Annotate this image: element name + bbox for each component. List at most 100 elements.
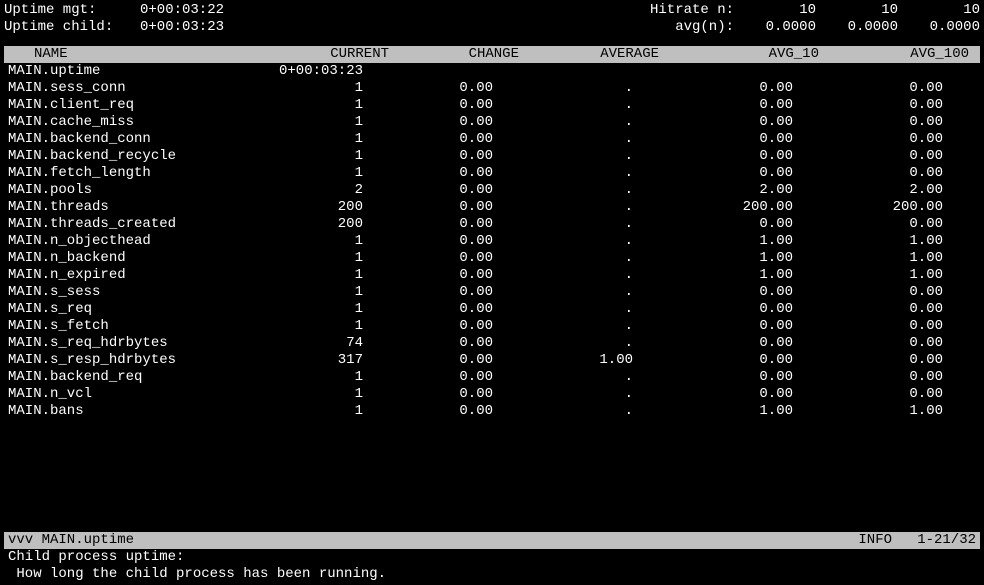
row-current: 1 xyxy=(248,267,363,284)
row-current: 1 xyxy=(248,165,363,182)
row-name: MAIN.pools xyxy=(4,182,248,199)
hitrate-label: Hitrate n: xyxy=(629,2,734,19)
row-current: 1 xyxy=(248,369,363,386)
row-current: 0+00:03:23 xyxy=(248,63,363,80)
row-current: 2 xyxy=(248,182,363,199)
table-row[interactable]: MAIN.fetch_length10.00.0.000.00 xyxy=(4,165,980,182)
row-current: 1 xyxy=(248,318,363,335)
row-avg100 xyxy=(793,63,943,80)
table-row[interactable]: MAIN.backend_conn10.00.0.000.00 xyxy=(4,131,980,148)
row-average: . xyxy=(493,216,633,233)
table-row[interactable]: MAIN.n_expired10.00.1.001.00 xyxy=(4,267,980,284)
table-row[interactable]: MAIN.backend_recycle10.00.0.000.00 xyxy=(4,148,980,165)
table-row[interactable]: MAIN.pools20.00.2.002.00 xyxy=(4,182,980,199)
row-current: 1 xyxy=(248,131,363,148)
row-avg10: 0.00 xyxy=(633,335,793,352)
row-average: . xyxy=(493,80,633,97)
col-current: CURRENT xyxy=(274,46,389,63)
uptime-mgt-row: Uptime mgt: 0+00:03:22 Hitrate n: 10 10 … xyxy=(4,2,980,19)
row-name: MAIN.sess_conn xyxy=(4,80,248,97)
row-avg10: 0.00 xyxy=(633,131,793,148)
table-row[interactable]: MAIN.threads2000.00.200.00200.00 xyxy=(4,199,980,216)
row-avg10: 0.00 xyxy=(633,216,793,233)
table-row[interactable]: MAIN.s_fetch10.00.0.000.00 xyxy=(4,318,980,335)
row-average xyxy=(493,63,633,80)
column-header: NAME CURRENT CHANGE AVERAGE AVG_10 AVG_1… xyxy=(4,46,980,63)
table-row[interactable]: MAIN.client_req10.00.0.000.00 xyxy=(4,97,980,114)
row-name: MAIN.s_req xyxy=(4,301,248,318)
table-row[interactable]: MAIN.backend_req10.00.0.000.00 xyxy=(4,369,980,386)
row-change: 0.00 xyxy=(363,182,493,199)
table-row[interactable]: MAIN.n_objecthead10.00.1.001.00 xyxy=(4,233,980,250)
row-avg10: 1.00 xyxy=(633,267,793,284)
table-row[interactable]: MAIN.cache_miss10.00.0.000.00 xyxy=(4,114,980,131)
row-avg100: 0.00 xyxy=(793,165,943,182)
row-average: . xyxy=(493,284,633,301)
col-change: CHANGE xyxy=(389,46,519,63)
row-average: . xyxy=(493,250,633,267)
row-name: MAIN.fetch_length xyxy=(4,165,248,182)
table-row[interactable]: MAIN.s_req10.00.0.000.00 xyxy=(4,301,980,318)
table-row[interactable]: MAIN.n_vcl10.00.0.000.00 xyxy=(4,386,980,403)
table-row[interactable]: MAIN.sess_conn10.00.0.000.00 xyxy=(4,80,980,97)
row-average: . xyxy=(493,165,633,182)
uptime-mgt-label: Uptime mgt: xyxy=(4,2,134,19)
row-avg100: 1.00 xyxy=(793,403,943,420)
row-name: MAIN.cache_miss xyxy=(4,114,248,131)
row-avg10: 0.00 xyxy=(633,148,793,165)
table-row[interactable]: MAIN.s_resp_hdrbytes3170.001.000.000.00 xyxy=(4,352,980,369)
uptime-child-label: Uptime child: xyxy=(4,19,134,36)
row-current: 200 xyxy=(248,199,363,216)
row-change: 0.00 xyxy=(363,403,493,420)
varnishstat-terminal: Uptime mgt: 0+00:03:22 Hitrate n: 10 10 … xyxy=(0,0,984,585)
uptime-child-row: Uptime child: 0+00:03:23 avg(n): 0.0000 … xyxy=(4,19,980,36)
row-name: MAIN.n_backend xyxy=(4,250,248,267)
row-avg100: 0.00 xyxy=(793,386,943,403)
row-avg100: 0.00 xyxy=(793,97,943,114)
row-average: . xyxy=(493,318,633,335)
row-average: . xyxy=(493,335,633,352)
row-change: 0.00 xyxy=(363,233,493,250)
selected-counter: vvv MAIN.uptime xyxy=(4,532,858,549)
stats-table-body[interactable]: MAIN.uptime0+00:03:23MAIN.sess_conn10.00… xyxy=(4,63,980,532)
avg-val-3: 0.0000 xyxy=(898,19,980,36)
row-name: MAIN.backend_req xyxy=(4,369,248,386)
row-avg100: 0.00 xyxy=(793,335,943,352)
row-current: 1 xyxy=(248,114,363,131)
row-current: 1 xyxy=(248,80,363,97)
row-name: MAIN.s_fetch xyxy=(4,318,248,335)
row-change: 0.00 xyxy=(363,352,493,369)
hitrate-val-3: 10 xyxy=(898,2,980,19)
table-row[interactable]: MAIN.uptime0+00:03:23 xyxy=(4,63,980,80)
row-name: MAIN.s_sess xyxy=(4,284,248,301)
row-name: MAIN.threads_created xyxy=(4,216,248,233)
row-change: 0.00 xyxy=(363,301,493,318)
table-row[interactable]: MAIN.s_req_hdrbytes740.00.0.000.00 xyxy=(4,335,980,352)
table-row[interactable]: MAIN.s_sess10.00.0.000.00 xyxy=(4,284,980,301)
row-current: 1 xyxy=(248,403,363,420)
row-current: 1 xyxy=(248,233,363,250)
col-average: AVERAGE xyxy=(519,46,659,63)
row-current: 1 xyxy=(248,386,363,403)
row-current: 1 xyxy=(248,250,363,267)
table-row[interactable]: MAIN.n_backend10.00.1.001.00 xyxy=(4,250,980,267)
row-avg100: 0.00 xyxy=(793,284,943,301)
row-avg100: 0.00 xyxy=(793,352,943,369)
row-change: 0.00 xyxy=(363,80,493,97)
row-average: 1.00 xyxy=(493,352,633,369)
row-avg100: 1.00 xyxy=(793,250,943,267)
hitrate-val-1: 10 xyxy=(734,2,816,19)
info-label: INFO xyxy=(858,532,896,549)
row-current: 1 xyxy=(248,148,363,165)
row-current: 74 xyxy=(248,335,363,352)
col-avg10: AVG_10 xyxy=(659,46,819,63)
row-change xyxy=(363,63,493,80)
row-avg10: 0.00 xyxy=(633,369,793,386)
table-row[interactable]: MAIN.threads_created2000.00.0.000.00 xyxy=(4,216,980,233)
row-change: 0.00 xyxy=(363,284,493,301)
description-line-2: How long the child process has been runn… xyxy=(4,566,980,583)
row-avg100: 0.00 xyxy=(793,301,943,318)
table-row[interactable]: MAIN.bans10.00.1.001.00 xyxy=(4,403,980,420)
status-bar: vvv MAIN.uptime INFO 1-21/32 xyxy=(4,532,980,549)
row-avg100: 0.00 xyxy=(793,318,943,335)
